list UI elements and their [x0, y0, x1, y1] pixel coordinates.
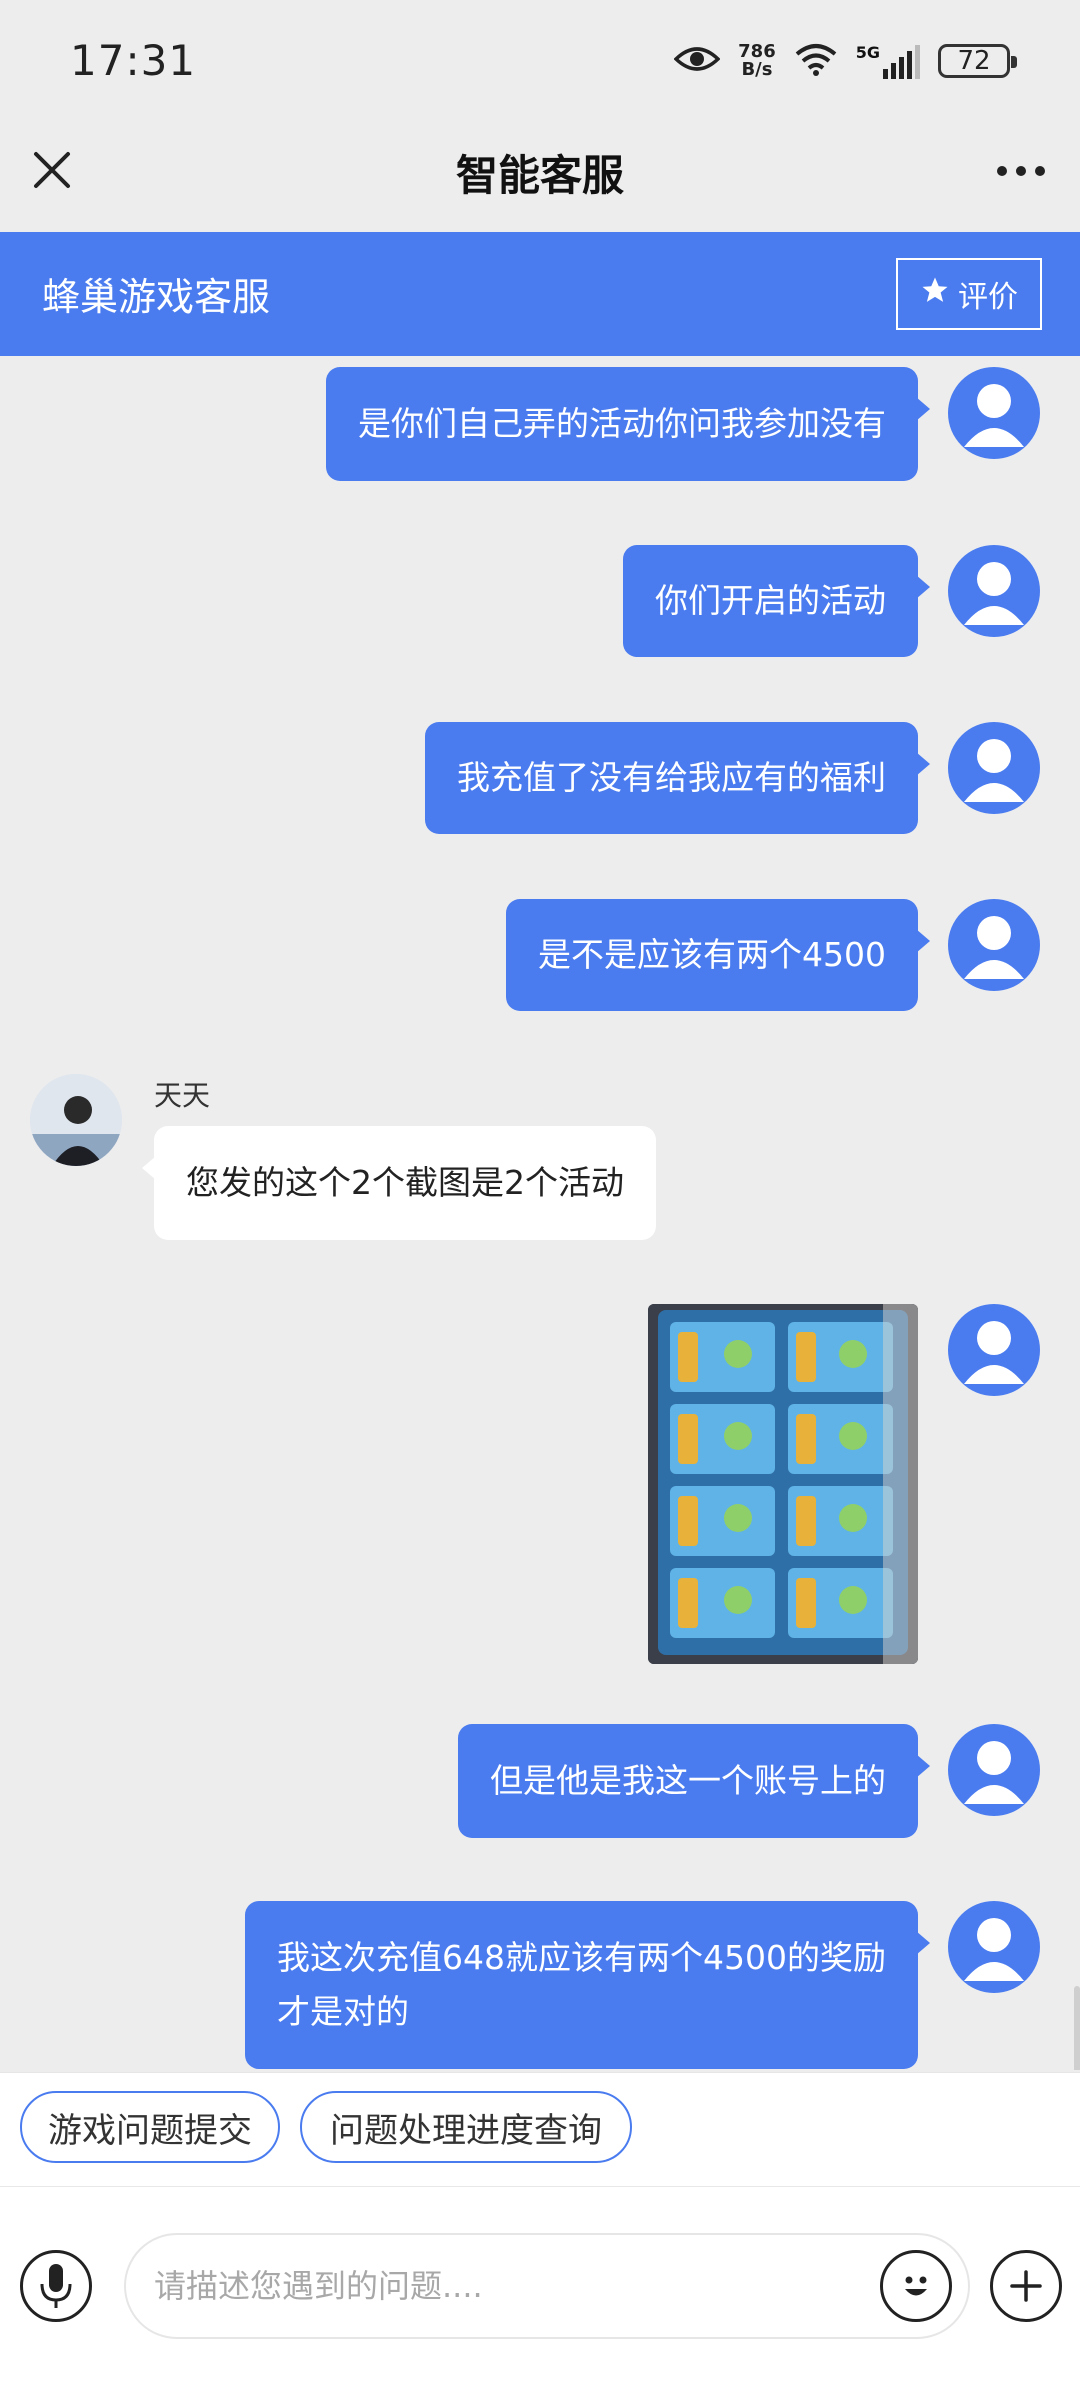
status-bar: 17:31 786 B/s 5G 72 — [0, 0, 1080, 120]
issue-progress-query-button[interactable]: 问题处理进度查询 — [300, 2091, 632, 2163]
message-input[interactable] — [124, 2233, 970, 2339]
message-text-line1: 我这次充值648就应该有两个4500的奖励 — [277, 1938, 886, 1977]
user-message: 是你们自己弄的活动你问我参加没有 — [326, 367, 930, 481]
message-text: 我充值了没有给我应有的福利 — [457, 758, 886, 797]
more-icon[interactable] — [986, 146, 1056, 196]
net-speed: 786 B/s — [738, 43, 776, 79]
input-bar — [0, 2186, 1080, 2382]
microphone-icon[interactable] — [20, 2250, 92, 2322]
net-speed-unit: B/s — [741, 59, 773, 80]
service-header: 蜂巢游戏客服 评价 — [0, 232, 1080, 356]
star-icon — [920, 275, 950, 313]
wifi-icon — [794, 42, 838, 80]
user-avatar — [948, 1724, 1040, 1816]
user-message: 我充值了没有给我应有的福利 — [425, 722, 930, 834]
message-text-line2: 才是对的 — [277, 1992, 410, 2031]
agent-avatar — [30, 1074, 122, 1166]
message-text: 但是他是我这一个账号上的 — [490, 1761, 886, 1800]
user-avatar — [948, 367, 1040, 459]
screenshot-image[interactable] — [648, 1304, 918, 1664]
page-title: 智能客服 — [455, 151, 624, 200]
agent-message: 您发的这个2个截图是2个活动 — [142, 1126, 656, 1240]
user-message: 但是他是我这一个账号上的 — [458, 1724, 930, 1838]
rate-label: 评价 — [958, 280, 1018, 315]
battery-level: 72 — [957, 46, 991, 76]
game-issue-submit-button[interactable]: 游戏问题提交 — [20, 2091, 280, 2163]
message-text: 是你们自己弄的活动你问我参加没有 — [358, 404, 886, 443]
signal-icon: 5G — [856, 43, 920, 79]
nav-bar: 智能客服 — [0, 120, 1080, 232]
user-avatar — [948, 1901, 1040, 1993]
message-text: 是不是应该有两个4500 — [538, 935, 886, 974]
scrollbar[interactable] — [1074, 1986, 1080, 2070]
status-time: 17:31 — [70, 36, 197, 85]
user-avatar — [948, 1304, 1040, 1396]
user-message: 是不是应该有两个4500 — [506, 899, 930, 1011]
user-avatar — [948, 722, 1040, 814]
agent-name: 天天 — [154, 1079, 211, 1112]
message-text: 您发的这个2个截图是2个活动 — [186, 1163, 624, 1202]
user-avatar — [948, 899, 1040, 991]
service-title: 蜂巢游戏客服 — [42, 275, 271, 319]
battery-icon: 72 — [938, 44, 1017, 78]
rate-button[interactable]: 评价 — [896, 258, 1042, 330]
message-text: 你们开启的活动 — [655, 581, 886, 620]
quick-actions-bar: 游戏问题提交 问题处理进度查询 — [0, 2072, 1080, 2186]
user-message: 你们开启的活动 — [623, 545, 930, 657]
status-icons: 786 B/s 5G 72 — [673, 36, 1017, 86]
user-message: 我这次充值648就应该有两个4500的奖励 才是对的 — [245, 1901, 930, 2069]
user-avatar — [948, 545, 1040, 637]
plus-icon[interactable] — [990, 2250, 1062, 2322]
network-type: 5G — [855, 43, 880, 62]
emoji-icon[interactable] — [880, 2250, 952, 2322]
chat-area[interactable]: 是你们自己弄的活动你问我参加没有 你们开启的活动 我充值了没有给我应有的福利 是… — [0, 356, 1080, 2070]
eye-icon — [673, 44, 721, 78]
